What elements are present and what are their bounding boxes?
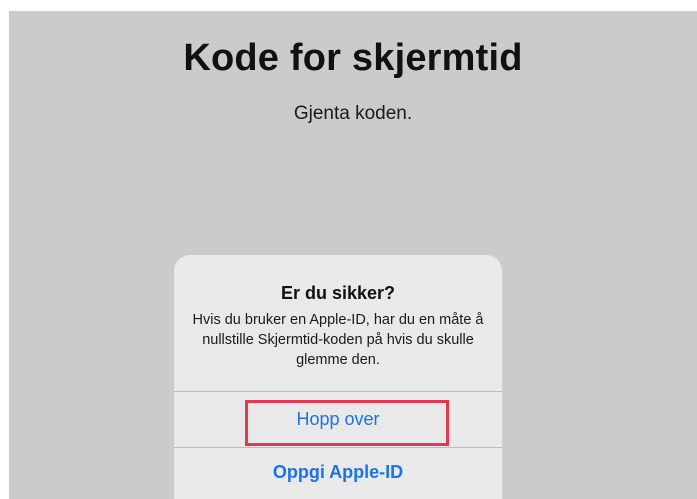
skip-button[interactable]: Hopp over — [174, 392, 502, 447]
alert-message: Hvis du bruker en Apple-ID, har du en må… — [192, 312, 484, 368]
enter-apple-id-button[interactable]: Oppgi Apple-ID — [174, 448, 502, 496]
page-subtitle: Gjenta koden. — [293, 103, 413, 124]
screen-time-passcode-screen: Kode for skjermtid Gjenta koden. Er du s… — [9, 11, 697, 499]
confirmation-alert: Er du sikker? Hvis du bruker en Apple-ID… — [174, 255, 502, 499]
alert-title: Er du sikker? — [280, 283, 396, 303]
page-title: Kode for skjermtid — [183, 37, 523, 79]
